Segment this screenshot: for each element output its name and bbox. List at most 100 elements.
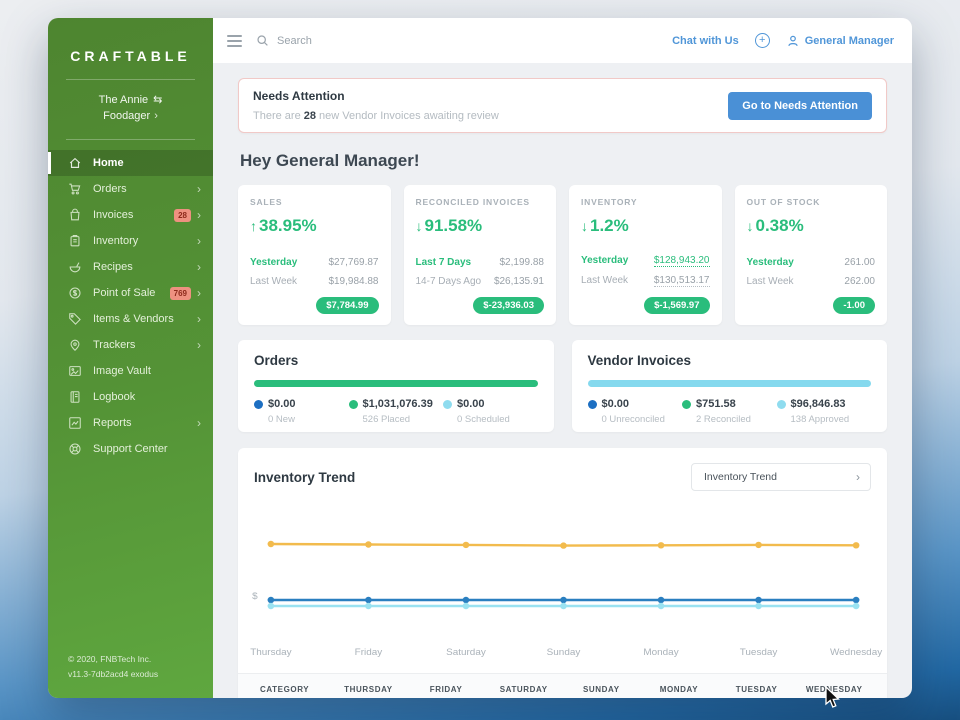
divider (66, 139, 195, 140)
column-header: SATURDAY (485, 685, 563, 694)
chevron-right-icon: › (197, 208, 201, 222)
sidebar-footer: © 2020, FNBTech Inc. v11.3-7db2acd4 exod… (48, 638, 213, 698)
sidebar-item-support-center[interactable]: Support Center (48, 436, 213, 462)
chevron-right-icon: › (197, 286, 201, 300)
green-dot-icon (349, 400, 358, 409)
column-header: WEDNESDAY (795, 685, 873, 694)
venue-name: The Annie (99, 94, 149, 106)
green-dot-icon (682, 400, 691, 409)
chevron-right-icon: › (197, 234, 201, 248)
hamburger-menu-icon[interactable] (227, 32, 242, 50)
trend-table-header: CATEGORY THURSDAY FRIDAY SATURDAY SUNDAY… (238, 673, 887, 698)
plus-circle-icon[interactable]: + (755, 33, 770, 48)
lifebuoy-icon (68, 442, 82, 456)
legend-unreconciled: $0.00 0 Unreconciled (588, 398, 683, 425)
chart-icon (68, 416, 82, 430)
sidebar-item-inventory[interactable]: Inventory › (48, 228, 213, 254)
delta-pill: $-23,936.03 (473, 297, 544, 314)
delta-pill: -1.00 (833, 297, 875, 314)
sales-card: SALES ↑38.95% Yesterday$27,769.87 Last W… (238, 185, 391, 325)
cart-icon (68, 182, 82, 196)
banner-text: There are 28 new Vendor Invoices awaitin… (253, 110, 499, 122)
blue-dot-icon (588, 400, 597, 409)
vendor-invoices-progress-bar (588, 380, 872, 387)
svg-text:Sunday: Sunday (547, 647, 581, 658)
user-name: General Manager (805, 35, 894, 47)
banner-title: Needs Attention (253, 89, 499, 103)
person-icon (786, 34, 800, 48)
go-to-needs-attention-button[interactable]: Go to Needs Attention (728, 92, 872, 120)
search-icon (256, 34, 269, 47)
point-of-sale-badge: 769 (170, 287, 191, 300)
period-label: 14-7 Days Ago (416, 276, 482, 287)
sidebar-item-image-vault[interactable]: Image Vault (48, 358, 213, 384)
period-value: $27,769.87 (328, 257, 378, 268)
inventory-trend-dropdown[interactable]: Inventory Trend › (691, 463, 871, 491)
inventory-lastweek-link[interactable]: $130,513.17 (654, 275, 710, 287)
user-menu[interactable]: General Manager (786, 34, 894, 48)
version: v11.3-7db2acd4 exodus (68, 667, 193, 682)
page-title: Hey General Manager! (240, 151, 887, 171)
search-input[interactable]: Search (256, 34, 672, 47)
sidebar-item-orders[interactable]: Orders › (48, 176, 213, 202)
period-value: 261.00 (844, 257, 875, 268)
sidebar-nav: Home Orders › Invoices 28 › Inventory › … (48, 150, 213, 462)
sidebar-item-recipes[interactable]: Recipes › (48, 254, 213, 280)
svg-text:Monday: Monday (643, 647, 678, 658)
column-header: THURSDAY (330, 685, 408, 694)
legend-scheduled: $0.00 0 Scheduled (443, 398, 538, 425)
inventory-percent: ↓1.2% (581, 216, 710, 236)
period-label: Yesterday (250, 257, 297, 268)
arrow-down-icon: ↓ (581, 218, 588, 234)
period-label: Last Week (581, 275, 628, 287)
chevron-right-icon: › (197, 312, 201, 326)
copyright: © 2020, FNBTech Inc. (68, 652, 193, 667)
home-icon (68, 156, 82, 170)
sidebar-item-invoices[interactable]: Invoices 28 › (48, 202, 213, 228)
period-label: Last Week (250, 276, 297, 287)
legend-reconciled: $751.58 2 Reconciled (682, 398, 777, 425)
chat-with-us-link[interactable]: Chat with Us (672, 35, 739, 47)
reconciled-invoices-card: RECONCILED INVOICES ↓91.58% Last 7 Days$… (404, 185, 557, 325)
sidebar-item-trackers[interactable]: Trackers › (48, 332, 213, 358)
out-of-stock-percent: ↓0.38% (747, 216, 876, 236)
column-header: SUNDAY (563, 685, 641, 694)
sidebar-item-point-of-sale[interactable]: Point of Sale 769 › (48, 280, 213, 306)
chevron-right-icon: › (856, 470, 860, 484)
column-header: MONDAY (640, 685, 718, 694)
sales-percent: ↑38.95% (250, 216, 379, 236)
book-icon (68, 390, 82, 404)
venue-app: Foodager (103, 110, 150, 122)
map-pin-icon (68, 338, 82, 352)
vendor-invoices-card: Vendor Invoices $0.00 0 Unreconciled $75… (572, 340, 888, 432)
cyan-dot-icon (777, 400, 786, 409)
card-label: OUT OF STOCK (747, 197, 876, 207)
legend-new: $0.00 0 New (254, 398, 349, 425)
svg-text:Thursday: Thursday (250, 647, 291, 658)
period-label: Yesterday (581, 255, 628, 267)
sidebar-item-logbook[interactable]: Logbook (48, 384, 213, 410)
inventory-yesterday-link[interactable]: $128,943.20 (654, 255, 710, 267)
sidebar-item-items-vendors[interactable]: Items & Vendors › (48, 306, 213, 332)
topbar: Search Chat with Us + General Manager (213, 18, 912, 63)
svg-text:Tuesday: Tuesday (740, 647, 778, 658)
period-value: $19,984.88 (328, 276, 378, 287)
arrow-up-icon: ↑ (250, 218, 257, 234)
out-of-stock-card: OUT OF STOCK ↓0.38% Yesterday261.00 Last… (735, 185, 888, 325)
period-label: Last 7 Days (416, 257, 472, 268)
stat-cards-row: SALES ↑38.95% Yesterday$27,769.87 Last W… (238, 185, 887, 325)
clipboard-icon (68, 234, 82, 248)
chevron-right-icon: › (197, 260, 201, 274)
banner-count: 28 (304, 110, 316, 122)
inventory-trend-title: Inventory Trend (254, 470, 355, 485)
card-label: RECONCILED INVOICES (416, 197, 545, 207)
sidebar-item-reports[interactable]: Reports › (48, 410, 213, 436)
delta-pill: $7,784.99 (316, 297, 378, 314)
search-placeholder: Search (277, 35, 312, 47)
svg-text:Wednesday: Wednesday (830, 647, 882, 658)
sidebar-item-home[interactable]: Home (48, 150, 213, 176)
column-header: FRIDAY (407, 685, 485, 694)
venue-switcher[interactable]: The Annie⇆ Foodager› (48, 92, 213, 124)
swap-icon[interactable]: ⇆ (153, 94, 162, 106)
bowl-icon (68, 260, 82, 274)
